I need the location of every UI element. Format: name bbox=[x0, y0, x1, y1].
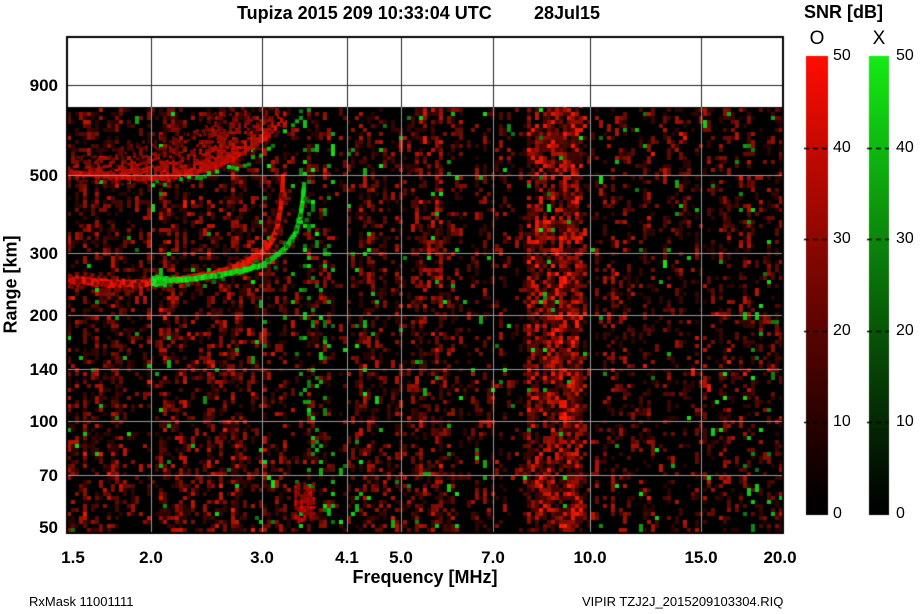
rx-mask-text: RxMask 11001111 bbox=[29, 594, 134, 609]
y-axis-label: Range [km] bbox=[0, 235, 21, 334]
colorbar-o-tick-50: 50 bbox=[833, 47, 851, 64]
x-tick-label-3.0: 3.0 bbox=[250, 548, 274, 567]
x-tick-label-15.0: 15.0 bbox=[684, 548, 718, 567]
y-tick-label-100: 100 bbox=[29, 412, 58, 431]
colorbar-x-tick-10: 10 bbox=[896, 413, 914, 430]
colorbar-o-tick-40: 40 bbox=[833, 139, 851, 156]
y-tick-label-300: 300 bbox=[29, 244, 58, 263]
colorbar-o-tick-30: 30 bbox=[833, 230, 851, 247]
plot-title: Tupiza 2015 209 10:33:04 UTC bbox=[237, 3, 492, 23]
y-tick-label-50: 50 bbox=[39, 518, 58, 537]
colorbar-x-tick-50: 50 bbox=[896, 47, 914, 64]
x-tick-label-20.0: 20.0 bbox=[763, 548, 797, 567]
colorbar-x-tick-20: 20 bbox=[896, 322, 914, 339]
colorbar-o-mode-label: O bbox=[809, 28, 825, 49]
y-tick-label-500: 500 bbox=[29, 166, 58, 185]
colorbar-o-tick-10: 10 bbox=[833, 413, 851, 430]
x-tick-label-4.1: 4.1 bbox=[335, 548, 359, 567]
y-tick-label-140: 140 bbox=[29, 360, 58, 379]
colorbar-x-tick-0: 0 bbox=[896, 505, 905, 522]
snr-legend-title: SNR [dB] bbox=[804, 2, 883, 22]
x-axis-label: Frequency [MHz] bbox=[352, 567, 498, 587]
x-tick-label-1.5: 1.5 bbox=[61, 548, 85, 567]
plot-date: 28Jul15 bbox=[534, 3, 601, 23]
y-tick-label-70: 70 bbox=[39, 466, 58, 485]
y-tick-label-900: 900 bbox=[29, 76, 58, 95]
source-file-text: VIPIR TZJ2J_2015209103304.RIQ bbox=[582, 594, 784, 609]
x-tick-label-2.0: 2.0 bbox=[139, 548, 163, 567]
colorbar-o-tick-20: 20 bbox=[833, 322, 851, 339]
x-tick-label-5.0: 5.0 bbox=[389, 548, 413, 567]
ionogram-viewer: Tupiza 2015 209 10:33:04 UTC 28Jul15 SNR… bbox=[0, 0, 922, 614]
x-tick-label-7.0: 7.0 bbox=[481, 548, 505, 567]
colorbar-x-tick-30: 30 bbox=[896, 230, 914, 247]
colorbar-x-tick-40: 40 bbox=[896, 139, 914, 156]
colorbar-x-mode-label: X bbox=[872, 28, 886, 49]
ionogram-canvas bbox=[0, 0, 922, 614]
y-tick-label-200: 200 bbox=[29, 306, 58, 325]
x-tick-label-10.0: 10.0 bbox=[573, 548, 607, 567]
colorbar-o-tick-0: 0 bbox=[833, 505, 842, 522]
